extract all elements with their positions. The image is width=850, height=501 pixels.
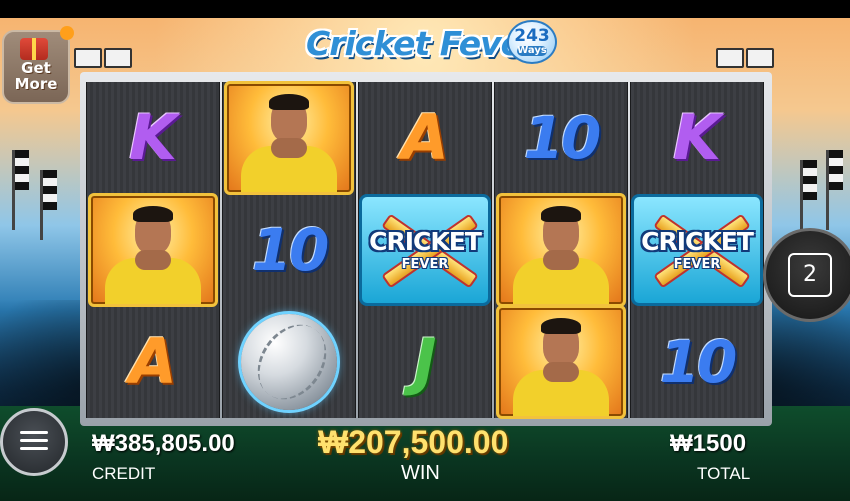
game-background: Cricket Fever 243 Ways Get More K A 10 A CRI… [0,0,850,501]
credit-value: ₩385,805.00 [92,430,235,457]
letter-symbol-10: 10 [523,104,602,172]
player-symbol [224,81,354,195]
reel-cell [223,81,355,195]
get-more-line2: More [14,75,58,93]
wild-text-line2: FEVER [673,257,721,272]
reel-cell [223,306,355,418]
reel-cell: K [631,82,763,194]
player-hands [271,138,307,158]
reel-1: KA [86,82,220,418]
menu-button[interactable] [0,408,68,476]
get-more-label: Get More [4,60,68,92]
reel-cell: A [359,82,491,194]
reel-cell [495,193,627,307]
player-hands [543,362,579,382]
notification-dot [60,26,74,40]
reel-frame: K A 10 A CRICKET FEVER J 10 K CRICKET FEVER 10 [80,72,772,426]
ways-number: 243 [514,26,550,46]
player-hair [541,318,581,334]
flag-icon [803,160,817,200]
reel-cell [87,193,219,307]
reel-cell: 10 [631,306,763,418]
menu-icon-line [20,431,48,434]
wild-text-line1: CRICKET [369,227,482,256]
player-symbol [496,193,626,307]
reel-cell: J [359,306,491,418]
wild-symbol: CRICKET FEVER [631,194,763,306]
floodlight-icon [716,48,744,68]
flag-icon [829,150,843,190]
letter-symbol-k: K [128,101,178,174]
wild-symbol: CRICKET FEVER [359,194,491,306]
floodlight-icon [746,48,774,68]
auto-spin-count-button[interactable]: 2 [763,228,850,322]
game-logo: Cricket Fever 243 Ways [300,18,557,74]
win-value: ₩207,500.00 [318,424,509,460]
reel-cell [495,305,627,419]
menu-icon-line [20,439,48,442]
wild-text-line2: FEVER [401,257,449,272]
player-hair [541,206,581,222]
reel-cell: 10 [223,194,355,306]
letter-symbol-a: A [401,101,449,174]
ways-badge: 243 Ways [507,20,557,64]
letter-symbol-10: 10 [659,328,738,396]
wild-text-line1: CRICKET [641,227,754,256]
floodlight-icon [74,48,102,68]
reel-5: K CRICKET FEVER 10 [630,82,764,418]
get-more-button[interactable]: Get More [2,26,74,104]
total-bet-label: TOTAL [697,464,751,483]
reel-cell: 10 [495,82,627,194]
reel-cell: CRICKET FEVER [359,194,491,306]
player-hands [135,250,171,270]
reel-cell: K [87,82,219,194]
reel-3: A CRICKET FEVER J [358,82,492,418]
player-hair [133,206,173,222]
win-label: WIN [401,462,440,484]
gift-icon [20,38,48,60]
ways-label: Ways [517,45,547,56]
credit-label: CREDIT [92,464,156,483]
player-hands [543,250,579,270]
letter-symbol-j: J [413,325,437,398]
player-hair [269,94,309,110]
menu-icon-line [20,447,48,450]
reel-cell: CRICKET FEVER [631,194,763,306]
top-black-bar [0,0,850,18]
reel-2: 10 [222,81,356,418]
floodlight-icon [104,48,132,68]
game-title: Cricket Fever [306,24,538,63]
reel-cell: A [87,306,219,418]
letter-symbol-a: A [129,325,177,398]
flag-icon [43,170,57,210]
letter-symbol-k: K [672,101,722,174]
total-bet-value: ₩1500 [670,430,747,457]
player-symbol [88,193,218,307]
reel-4: 10 [494,82,628,419]
cricket-ball-symbol [241,314,337,410]
spin-count-value: 2 [788,253,832,297]
flag-icon [15,150,29,190]
letter-symbol-10: 10 [251,216,330,284]
player-symbol [496,305,626,419]
